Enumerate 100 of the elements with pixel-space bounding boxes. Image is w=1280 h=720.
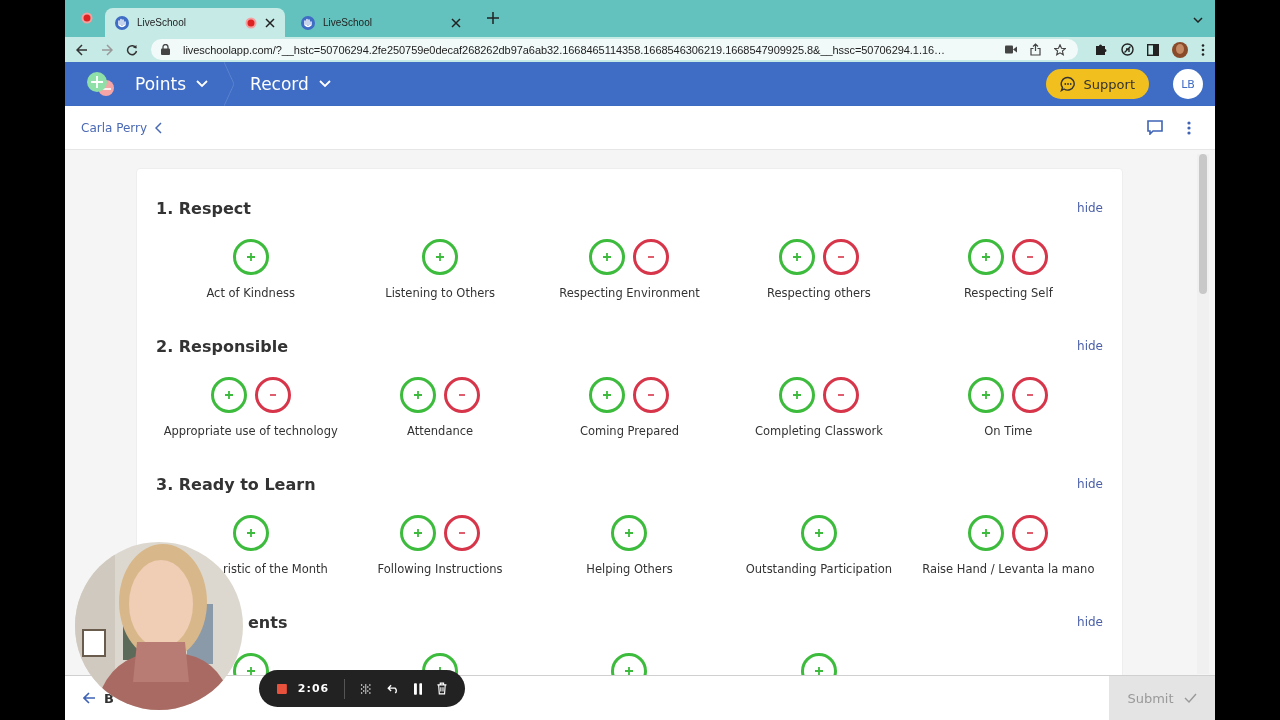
plus-icon	[602, 390, 613, 400]
hide-link[interactable]: hide	[1077, 477, 1103, 491]
minus-icon	[837, 255, 844, 259]
minus-icon	[1027, 255, 1034, 259]
behavior-label: Respecting Self	[963, 285, 1053, 301]
sidebar-icon[interactable]	[1147, 43, 1159, 56]
plus-icon	[813, 666, 824, 675]
browser-tab[interactable]: LiveSchool	[105, 8, 285, 37]
section-title: 2. Responsible	[156, 336, 289, 356]
recording-timer: 2:06	[297, 682, 330, 695]
puzzle-icon[interactable]	[1095, 43, 1108, 56]
undo-icon[interactable]	[386, 682, 399, 695]
section-title: 1. Respect	[156, 198, 251, 218]
student-name-link[interactable]: Carla Perry	[81, 120, 163, 135]
behavior-label: Act of Kindness	[206, 285, 295, 301]
plus-icon	[981, 252, 992, 262]
plus-icon	[245, 666, 256, 675]
user-avatar[interactable]: LB	[1173, 69, 1203, 99]
plus-icon	[435, 252, 446, 262]
plus-icon	[245, 528, 256, 538]
menu-dropdown[interactable]: Record	[250, 74, 331, 94]
behavior-label: ristic of the Month	[222, 561, 328, 577]
share-icon[interactable]	[1030, 43, 1041, 56]
plus-icon	[223, 390, 234, 400]
chevron-down-icon[interactable]	[1193, 17, 1203, 23]
minus-icon	[459, 531, 466, 535]
hand-icon	[115, 15, 129, 30]
minus-icon	[1027, 393, 1034, 397]
plus-icon	[413, 390, 424, 400]
behavior-label: Completing Classwork	[754, 423, 883, 439]
plus-icon	[791, 252, 802, 262]
trash-icon[interactable]	[437, 681, 447, 696]
minus-icon	[648, 255, 655, 259]
behavior-label: Following Instructions	[377, 561, 503, 577]
minus-button[interactable]	[633, 377, 670, 413]
pause-icon[interactable]	[413, 681, 423, 696]
chevron-down-icon	[196, 80, 209, 88]
logo-icon[interactable]	[85, 71, 117, 97]
check-icon	[1183, 693, 1197, 703]
behavior-label: Helping Others	[586, 561, 673, 577]
behavior-label: Outstanding Participation	[745, 561, 892, 577]
new-tab-icon[interactable]	[487, 12, 499, 24]
minus-button[interactable]	[822, 239, 859, 275]
back-arrow-icon[interactable]	[76, 43, 88, 56]
section-title: ents	[247, 612, 288, 632]
record-icon[interactable]	[81, 12, 93, 24]
minus-button[interactable]	[444, 377, 481, 413]
minus-button[interactable]	[254, 377, 291, 413]
reload-icon[interactable]	[126, 43, 138, 56]
minus-button[interactable]	[444, 515, 481, 551]
camera-icon[interactable]	[1005, 45, 1017, 54]
close-icon[interactable]	[265, 17, 275, 28]
section-title: 3. Ready to Learn	[156, 474, 316, 494]
record-icon	[245, 16, 257, 29]
minus-button[interactable]	[633, 239, 670, 275]
minus-button[interactable]	[1012, 239, 1049, 275]
hide-link[interactable]: hide	[1077, 615, 1103, 629]
chevron-left-icon	[155, 121, 163, 134]
menu-dropdown[interactable]: Points	[135, 74, 209, 94]
minus-icon	[648, 393, 655, 397]
back-arrow-icon[interactable]	[83, 692, 96, 704]
plus-icon	[602, 252, 613, 262]
chevron-down-icon	[318, 80, 331, 88]
address-field[interactable]: liveschoolapp.com/?__hstc=50706294.2fe250759e0decaf268262db97a6ab32.1668465114358.1668546306219.1668547909925.8&__hssc=50706294.1.16…	[151, 39, 1078, 60]
minus-button[interactable]	[822, 377, 859, 413]
minus-button[interactable]	[1012, 515, 1049, 551]
behavior-label: On Time	[984, 423, 1033, 439]
scrollbar-thumb[interactable]	[1199, 154, 1207, 294]
menu-icon[interactable]	[1201, 43, 1205, 56]
minus-button[interactable]	[1012, 377, 1049, 413]
plus-icon	[981, 390, 992, 400]
behavior-label: Listening to Others	[385, 285, 495, 301]
plus-icon	[413, 528, 424, 538]
support-button[interactable]: Support	[1045, 69, 1149, 99]
close-icon[interactable]	[451, 17, 461, 28]
comment-icon[interactable]	[1147, 120, 1163, 135]
profile-avatar[interactable]	[1172, 41, 1188, 58]
plus-icon	[624, 528, 635, 538]
plus-icon	[813, 528, 824, 538]
tab-title: LiveSchool	[323, 17, 373, 28]
hide-link[interactable]: hide	[1077, 201, 1103, 215]
tab-title: LiveSchool	[137, 17, 187, 28]
star-icon[interactable]	[1054, 43, 1066, 56]
back-link[interactable]: B	[104, 690, 114, 706]
separator-icon	[224, 62, 235, 106]
hand-icon	[301, 15, 315, 30]
plus-icon	[981, 528, 992, 538]
minus-icon	[1027, 531, 1034, 535]
grid-dots-icon[interactable]	[360, 681, 372, 696]
behavior-label: Appropriate use of technology	[163, 423, 338, 439]
lock-icon	[161, 44, 170, 55]
minus-icon	[459, 393, 466, 397]
minus-icon	[837, 393, 844, 397]
behavior-label: Raise Hand / Levanta la mano	[922, 561, 1095, 577]
more-icon[interactable]	[1187, 120, 1191, 135]
hide-link[interactable]: hide	[1077, 339, 1103, 353]
plus-icon	[791, 390, 802, 400]
browser-tab[interactable]: LiveSchool	[291, 8, 471, 37]
stop-icon[interactable]	[277, 682, 287, 695]
plus-icon	[245, 252, 256, 262]
